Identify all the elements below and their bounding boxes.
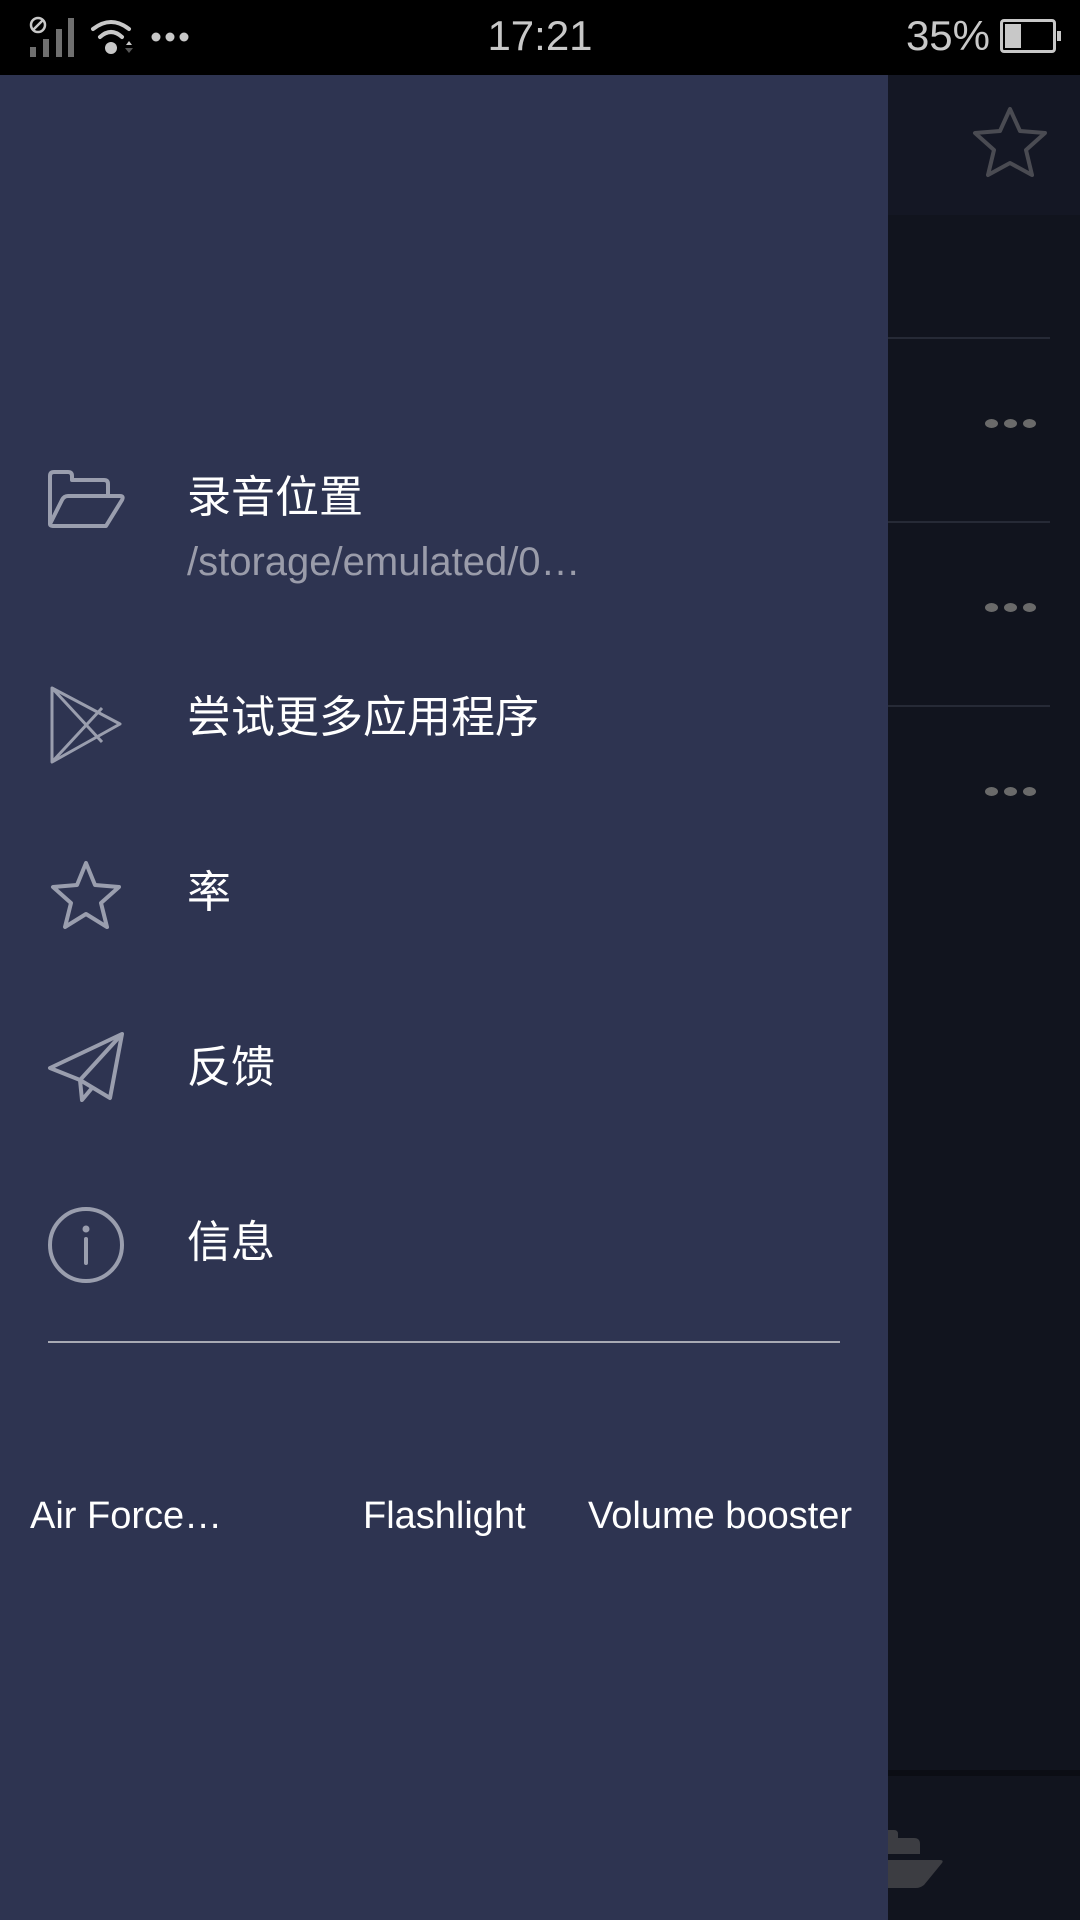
battery-fill [1005, 24, 1022, 48]
status-bar: 17:21 35% [0, 0, 1080, 75]
menu-item-texts: 尝试更多应用程序 [187, 690, 539, 746]
menu-item-label: 信息 [187, 1217, 275, 1268]
menu-item-label: 录音位置 [187, 472, 363, 523]
menu-item-texts: 录音位置 /storage/emulated/0… [187, 470, 581, 590]
battery-percent: 35% [905, 12, 990, 59]
menu-item-feedback[interactable]: 反馈 [0, 1032, 888, 1130]
battery-icon [1000, 19, 1061, 53]
drawer-divider [48, 1341, 840, 1343]
menu-item-try-more-apps[interactable]: 尝试更多应用程序 [0, 686, 888, 780]
folder-open-icon [48, 470, 125, 528]
star-icon[interactable] [970, 105, 1050, 181]
promo-apps: Air Force… Flashlight Volume booster [0, 1485, 888, 1565]
paper-plane-icon [48, 1032, 124, 1102]
navigation-drawer: 录音位置 /storage/emulated/0… 尝试更多应用程序 率 反馈 [0, 75, 888, 1920]
more-horizontal-icon[interactable] [985, 419, 1036, 428]
promo-app-air-force[interactable]: Air Force… [30, 1495, 222, 1538]
status-right-icons: 35% [905, 12, 1061, 60]
promo-app-volume-booster[interactable]: Volume booster [588, 1495, 852, 1538]
folder-icon[interactable] [880, 1830, 944, 1890]
menu-item-info[interactable]: 信息 [0, 1207, 888, 1305]
star-icon [51, 861, 121, 929]
play-store-icon [50, 686, 122, 764]
menu-item-label: 反馈 [187, 1042, 275, 1093]
menu-item-texts: 率 [187, 865, 231, 921]
info-icon [48, 1207, 124, 1283]
promo-app-flashlight[interactable]: Flashlight [363, 1495, 526, 1538]
menu-item-texts: 信息 [187, 1215, 275, 1271]
menu-item-sublabel: /storage/emulated/0… [187, 540, 581, 584]
menu-item-recording-location[interactable]: 录音位置 /storage/emulated/0… [0, 470, 888, 600]
menu-item-texts: 反馈 [187, 1040, 275, 1096]
more-horizontal-icon[interactable] [985, 787, 1036, 796]
more-horizontal-icon[interactable] [985, 603, 1036, 612]
menu-item-label: 率 [187, 867, 231, 918]
menu-item-rate[interactable]: 率 [0, 861, 888, 955]
menu-item-label: 尝试更多应用程序 [187, 692, 539, 743]
